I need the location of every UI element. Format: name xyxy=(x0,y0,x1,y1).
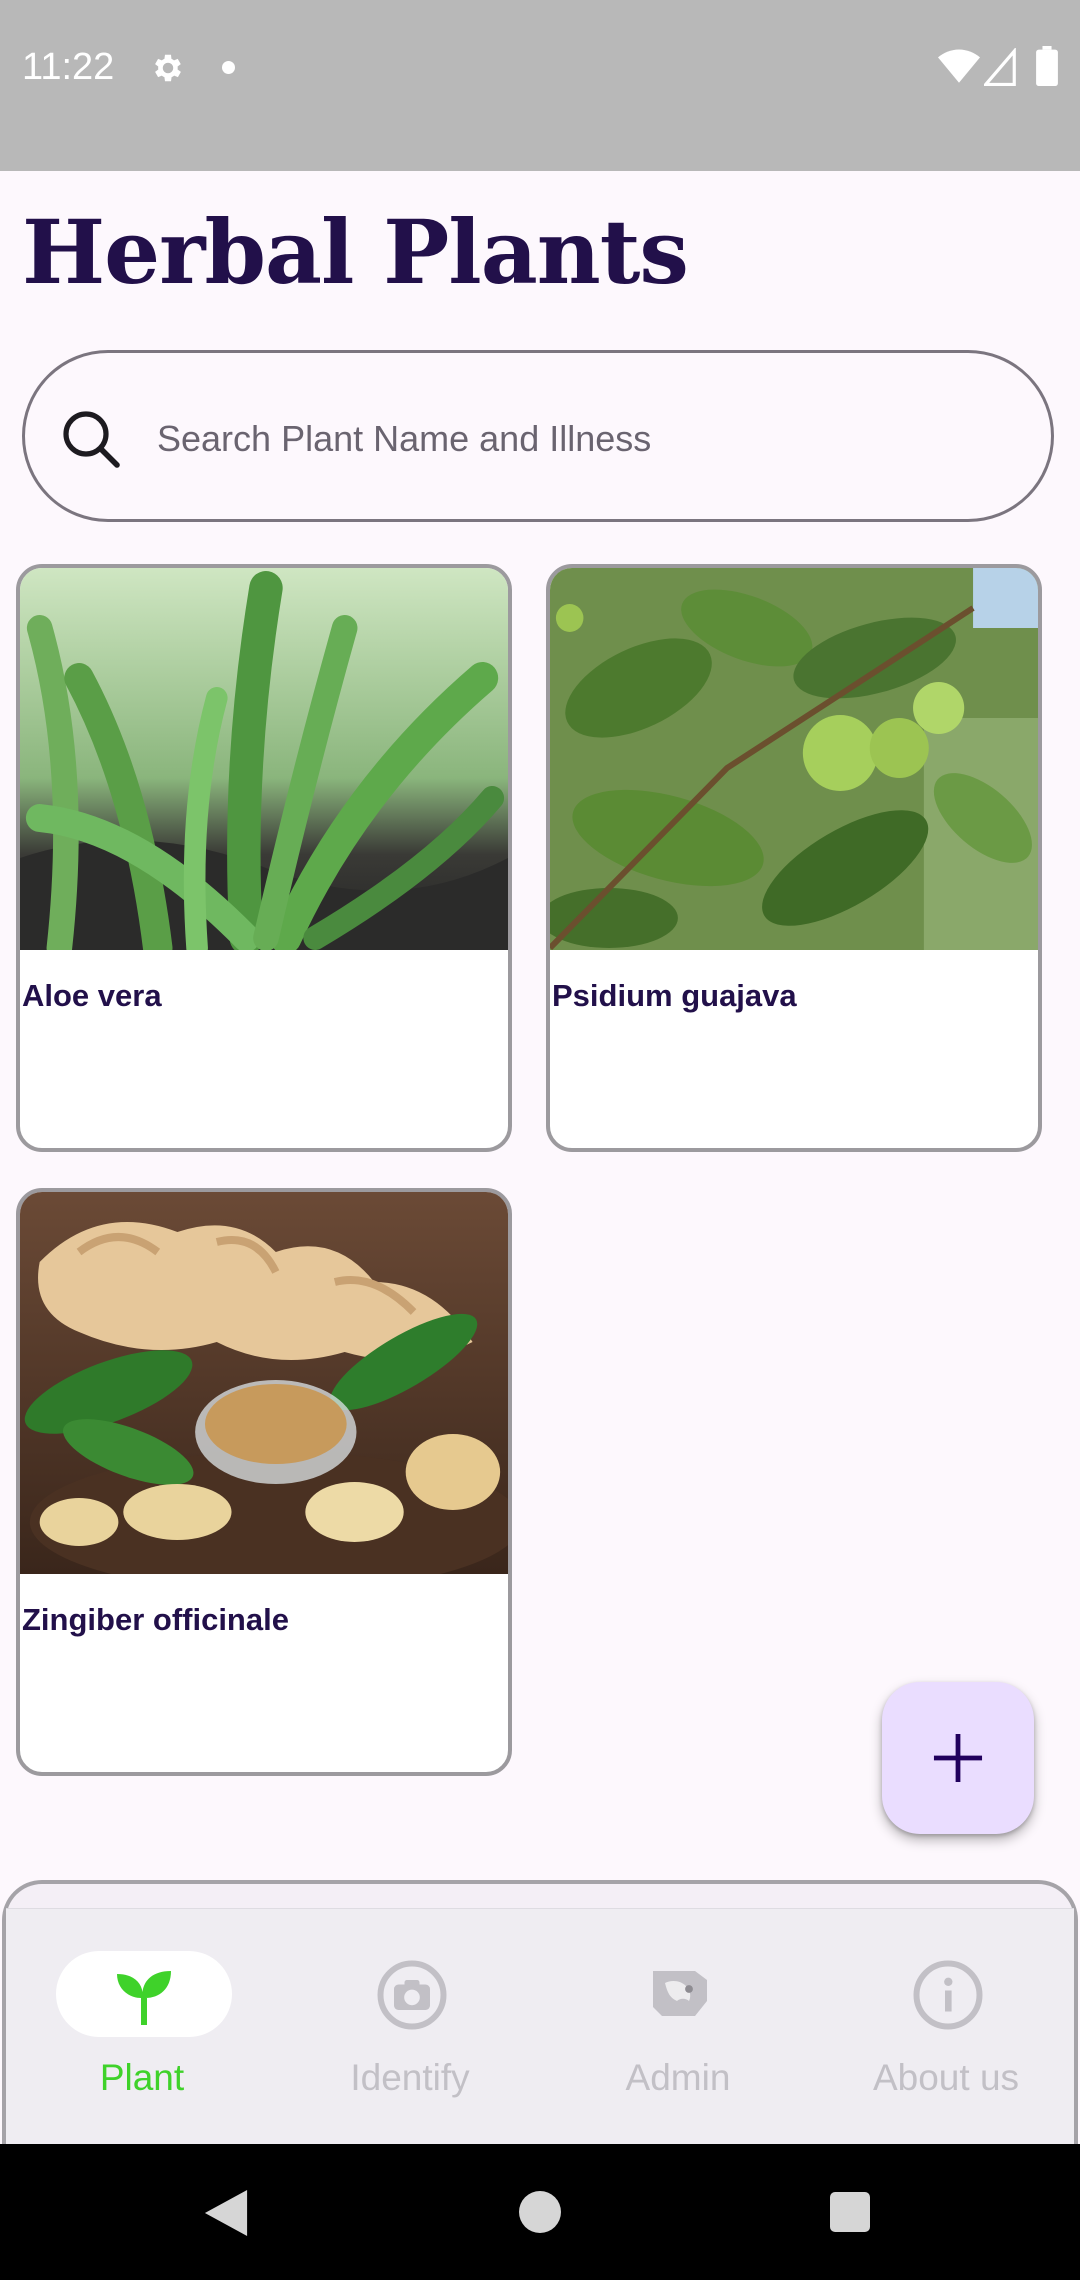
wifi-icon xyxy=(938,49,980,83)
status-time: 11:22 xyxy=(22,46,115,88)
admin-icon xyxy=(653,1971,707,2016)
search-icon xyxy=(63,411,120,468)
plant-card-title: Psidium guajava xyxy=(552,978,797,1013)
nav-label-identify: Identify xyxy=(350,2057,470,2098)
info-icon xyxy=(913,1960,983,2030)
bottom-navigation: Plant Identify Admin About us xyxy=(2,1880,1078,2144)
nav-item-about-us[interactable]: About us xyxy=(812,1909,1080,2149)
home-icon[interactable] xyxy=(519,2191,561,2233)
nav-item-identify[interactable]: Identify xyxy=(276,1909,544,2149)
plant-card-aloe-vera[interactable]: Aloe vera xyxy=(16,564,512,1152)
plus-icon xyxy=(933,1733,983,1783)
page-title: Herbal Plants xyxy=(22,200,689,304)
nav-item-plant[interactable]: Plant xyxy=(8,1909,276,2149)
psidium-guajava-image xyxy=(550,568,1038,950)
battery-icon xyxy=(1036,46,1058,86)
add-plant-button[interactable] xyxy=(882,1682,1034,1834)
search-input[interactable] xyxy=(155,403,1019,475)
aloe-vera-image xyxy=(20,568,508,950)
settings-gear-icon xyxy=(155,54,181,82)
plant-card-psidium-guajava[interactable]: Psidium guajava xyxy=(546,564,1042,1152)
system-navigation-bar xyxy=(0,2144,1080,2280)
plant-card-title: Zingiber officinale xyxy=(22,1602,289,1637)
search-bar[interactable] xyxy=(22,350,1054,522)
plant-card-title: Aloe vera xyxy=(22,978,162,1013)
plant-card-zingiber-officinale[interactable]: Zingiber officinale xyxy=(16,1188,512,1776)
cell-signal-icon xyxy=(984,48,1016,86)
recent-apps-icon[interactable] xyxy=(830,2192,870,2232)
notification-dot-icon xyxy=(222,61,235,74)
camera-icon xyxy=(377,1960,447,2030)
sprout-icon xyxy=(117,1971,171,2025)
nav-item-admin[interactable]: Admin xyxy=(544,1909,812,2149)
bottom-navigation-inner: Plant Identify Admin About us xyxy=(6,1908,1074,2144)
back-icon[interactable] xyxy=(204,2190,248,2236)
status-bar: 11:22 xyxy=(0,0,1080,171)
zingiber-officinale-image xyxy=(20,1192,508,1574)
nav-label-about-us: About us xyxy=(872,2057,1020,2098)
nav-label-plant: Plant xyxy=(99,2057,185,2098)
nav-label-admin: Admin xyxy=(625,2057,731,2098)
